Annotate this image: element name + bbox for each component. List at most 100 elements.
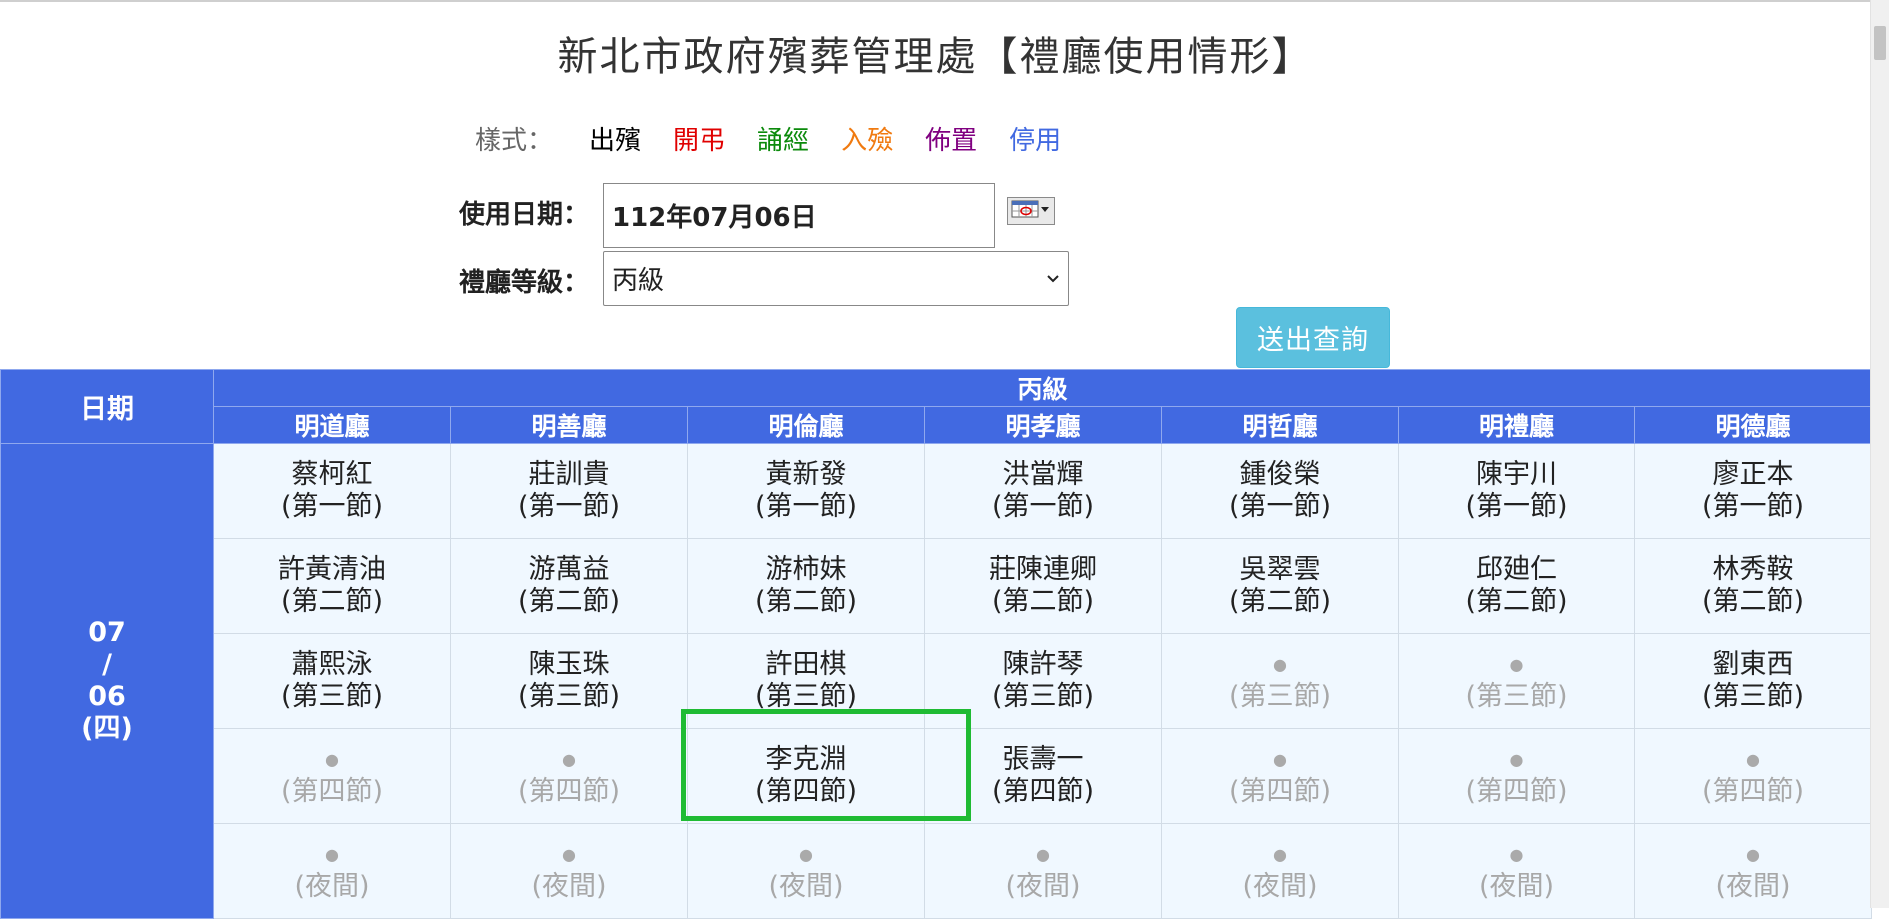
period-label: (夜間)	[1715, 871, 1791, 902]
window-top-border	[0, 0, 1889, 2]
deceased-name: 鍾俊榮	[1239, 459, 1321, 490]
level-select[interactable]: 丙級	[603, 251, 1069, 306]
period-label: (夜間)	[531, 871, 607, 902]
date-month: 07	[88, 617, 126, 648]
period-label: (第一節)	[1465, 491, 1568, 522]
period-label: (第二節)	[1465, 586, 1568, 617]
schedule-cell[interactable]: 吳翠雲 (第二節)	[1161, 538, 1399, 634]
deceased-name: 黃新發	[765, 459, 847, 490]
period-label: (第一節)	[517, 491, 621, 522]
period-label: (夜間)	[1478, 871, 1555, 902]
deceased-name: 邱廸仁	[1476, 554, 1557, 585]
calendar-icon	[1011, 199, 1051, 223]
period-label: (第三節)	[1228, 681, 1332, 712]
deceased-name: 張壽一	[1002, 744, 1084, 775]
schedule-cell: ● (夜間)	[1398, 823, 1635, 919]
schedule-cell[interactable]: 蕭熙泳 (第三節)	[213, 633, 451, 729]
period-label: (第四節)	[280, 776, 384, 807]
date-column-header: 日期	[0, 369, 214, 444]
schedule-cell[interactable]: 林秀鞍 (第二節)	[1633, 538, 1873, 634]
empty-dot-icon: ●	[325, 845, 339, 864]
empty-dot-icon: ●	[325, 750, 339, 769]
deceased-name: 林秀鞍	[1712, 554, 1794, 585]
schedule-cell: ● (第四節)	[213, 728, 451, 824]
period-label: (第一節)	[991, 491, 1095, 522]
schedule-cell[interactable]: 張壽一 (第四節)	[924, 728, 1162, 824]
level-label: 禮廳等級：	[459, 268, 590, 298]
schedule-cell[interactable]: 廖正本 (第一節)	[1633, 443, 1873, 539]
period-label: (夜間)	[768, 871, 844, 902]
empty-dot-icon: ●	[562, 845, 576, 864]
schedule-cell[interactable]: 陳宇川 (第一節)	[1398, 443, 1635, 539]
schedule-cell[interactable]: 莊訓貴 (第一節)	[450, 443, 688, 539]
level-header: 丙級	[212, 369, 1873, 407]
period-label: (第一節)	[280, 491, 384, 522]
legend-label: 樣式：	[475, 126, 554, 156]
schedule-cell[interactable]: 李克淵 (第四節)	[687, 728, 925, 824]
date-label: 使用日期：	[459, 200, 590, 230]
period-label: (第三節)	[280, 681, 384, 712]
schedule-row: 07/06 (四) 蔡柯紅 (第一節) 莊訓貴 (第一節) 黃新發 (第一節) 洪當輝 (第一節)…	[0, 443, 1873, 919]
schedule-cell: ● (第四節)	[1633, 728, 1873, 824]
schedule-cell: ● (夜間)	[450, 823, 688, 919]
empty-dot-icon: ●	[1509, 845, 1524, 864]
empty-dot-icon: ●	[799, 845, 813, 864]
period-label: (第三節)	[517, 681, 621, 712]
period-label: (第一節)	[1701, 491, 1805, 522]
schedule-row: 許黃清油 (第二節) 游萬益 (第二節) 游柿妹 (第二節) 莊陳連卿 (第二節) 吳翠雲 (第二…	[1, 538, 1873, 634]
schedule-cell[interactable]: 莊陳連卿 (第二節)	[924, 538, 1162, 634]
hall-header-mingli: 明禮廳	[1398, 406, 1635, 444]
schedule-cell: ● (第三節)	[1398, 633, 1635, 729]
deceased-name: 游萬益	[528, 554, 610, 585]
period-label: (夜間)	[294, 871, 370, 902]
period-label: (夜間)	[1005, 871, 1081, 902]
period-label: (第四節)	[754, 776, 858, 807]
schedule-cell[interactable]: 游萬益 (第二節)	[450, 538, 688, 634]
submit-query-button[interactable]: 送出查詢	[1236, 307, 1390, 368]
empty-dot-icon: ●	[1509, 655, 1524, 674]
schedule-cell[interactable]: 邱廸仁 (第二節)	[1398, 538, 1635, 634]
hall-header-mingzhe: 明哲廳	[1161, 406, 1399, 444]
schedule-cell[interactable]: 陳玉珠 (第三節)	[450, 633, 688, 729]
period-label: (夜間)	[1242, 871, 1318, 902]
schedule-cell: ● (第四節)	[1398, 728, 1635, 824]
date-sep: /	[102, 649, 112, 680]
period-label: (第二節)	[754, 586, 858, 617]
period-label: (第四節)	[1701, 776, 1805, 807]
hall-header-mingshan: 明善廳	[450, 406, 688, 444]
calendar-button[interactable]	[1007, 197, 1055, 225]
schedule-cell[interactable]: 許田棋 (第三節)	[687, 633, 925, 729]
schedule-cell[interactable]: 陳許琴 (第三節)	[924, 633, 1162, 729]
schedule-row: ● (第四節) ● (第四節) 李克淵 (第四節) 張壽一 (第四節) ● (第四節) ● (第四節)…	[1, 728, 1873, 824]
schedule-cell[interactable]: 蔡柯紅 (第一節)	[213, 443, 451, 539]
period-label: (第二節)	[280, 586, 384, 617]
date-cell: 07/06 (四)	[0, 443, 214, 919]
date-weekday: (四)	[81, 713, 133, 744]
legend-item-buzhi: 佈置	[925, 126, 978, 156]
chevron-down-icon	[1046, 268, 1060, 289]
period-label: (第三節)	[754, 681, 858, 712]
period-label: (第三節)	[1701, 681, 1805, 712]
schedule-cell: ● (夜間)	[924, 823, 1162, 919]
scrollbar-thumb[interactable]	[1874, 26, 1886, 60]
date-input[interactable]: 112年07月06日	[603, 183, 995, 248]
empty-dot-icon: ●	[562, 750, 576, 769]
schedule-cell[interactable]: 鍾俊榮 (第一節)	[1161, 443, 1399, 539]
deceased-name: 許黃清油	[278, 554, 386, 585]
period-label: (第一節)	[1228, 491, 1332, 522]
period-label: (第三節)	[1465, 681, 1568, 712]
level-select-value: 丙級	[612, 266, 665, 296]
period-label: (第二節)	[1228, 586, 1332, 617]
deceased-name: 陳許琴	[1002, 649, 1084, 680]
legend-item-chubin: 出殯	[589, 126, 642, 156]
vertical-scrollbar[interactable]	[1870, 0, 1889, 908]
hall-header-mingde: 明德廳	[1633, 406, 1873, 444]
period-label: (第四節)	[517, 776, 621, 807]
date-day: 06	[88, 681, 126, 712]
schedule-cell[interactable]: 許黃清油 (第二節)	[213, 538, 451, 634]
schedule-cell[interactable]: 黃新發 (第一節)	[687, 443, 925, 539]
schedule-cell[interactable]: 游柿妹 (第二節)	[687, 538, 925, 634]
hall-usage-table: 日期 丙級 明道廳 明善廳 明倫廳 明孝廳 明哲廳 明禮廳 明德廳 07/06(…	[0, 369, 1873, 919]
schedule-cell[interactable]: 洪當輝 (第一節)	[924, 443, 1162, 539]
schedule-cell[interactable]: 劉東西 (第三節)	[1633, 633, 1873, 729]
